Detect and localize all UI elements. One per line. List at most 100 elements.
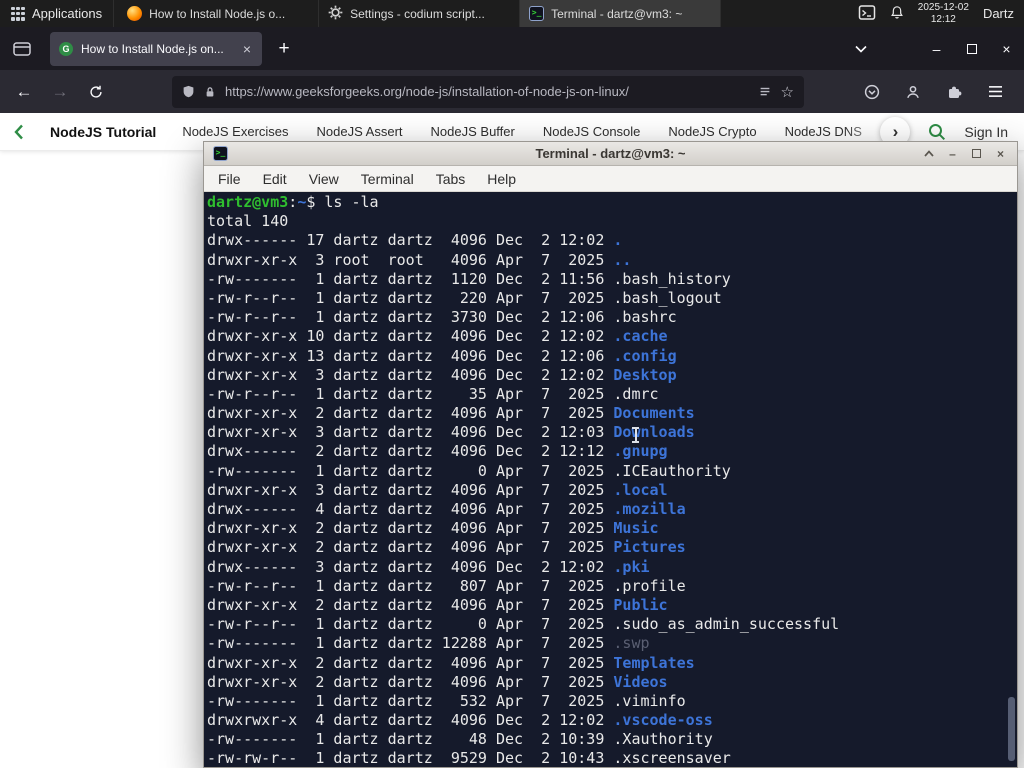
terminal-line: drwxr-xr-x 10 dartz dartz 4096 Dec 2 12:… (207, 327, 668, 346)
terminal-line: -rw------- 1 dartz dartz 48 Dec 2 10:39 … (207, 730, 713, 749)
system-tray: 2025-12-02 12:12 Dartz (848, 0, 1024, 27)
settings-icon (328, 5, 343, 23)
terminal-close-button[interactable]: × (993, 146, 1008, 162)
firefox-view-icon (13, 41, 31, 56)
terminal-screen[interactable]: dartz@vm3:~$ ls -la total 140 drwx------ 1… (204, 192, 1017, 767)
panel-clock[interactable]: 2025-12-02 12:12 (918, 2, 969, 26)
terminal-line: drwxr-xr-x 3 dartz dartz 4096 Apr 7 2025… (207, 480, 668, 499)
clock-time: 12:12 (930, 13, 956, 25)
terminal-line: drwxr-xr-x 2 dartz dartz 4096 Apr 7 2025… (207, 595, 668, 614)
tray-terminal-icon[interactable] (858, 4, 876, 24)
reload-icon (90, 85, 102, 98)
site-nav-link[interactable]: NodeJS Exercises (182, 124, 288, 139)
toolbar-right-icons (855, 76, 1016, 108)
site-nav-primary[interactable]: NodeJS Tutorial (50, 124, 156, 140)
terminal-titlebar[interactable]: >_ Terminal - dartz@vm3: ~ – × (204, 142, 1017, 166)
tab-close-icon[interactable]: × (241, 41, 253, 57)
back-button[interactable]: ← (8, 76, 40, 108)
reader-mode-icon[interactable] (758, 85, 772, 99)
terminal-menu-file[interactable]: File (218, 171, 241, 187)
terminal-menu-edit[interactable]: Edit (263, 171, 287, 187)
terminal-line: -rw------- 1 dartz dartz 532 Apr 7 2025 … (207, 691, 686, 710)
url-bar[interactable]: https://www.geeksforgeeks.org/node-js/in… (172, 75, 804, 108)
terminal-line: -rw-r--r-- 1 dartz dartz 3730 Dec 2 12:0… (207, 308, 677, 327)
forward-button[interactable]: → (44, 76, 76, 108)
lock-icon[interactable] (204, 85, 216, 99)
terminal-shade-button[interactable] (921, 146, 936, 162)
terminal-menu-tabs[interactable]: Tabs (436, 171, 466, 187)
terminal-line: drwxr-xr-x 2 dartz dartz 4096 Apr 7 2025… (207, 519, 659, 538)
window-controls: – × (919, 27, 1024, 70)
bookmark-star-icon[interactable]: ☆ (781, 83, 794, 101)
site-nav-link[interactable]: NodeJS Crypto (668, 124, 756, 139)
terminal-output: dartz@vm3:~$ ls -la total 140 drwx------ 1… (207, 193, 1017, 767)
taskbar-button[interactable]: >_ Terminal - dartz@vm3: ~ (520, 0, 722, 27)
nav-scroll-left-icon[interactable] (14, 124, 24, 140)
new-tab-button[interactable]: + (270, 35, 298, 63)
url-text: https://www.geeksforgeeks.org/node-js/in… (225, 84, 629, 99)
clock-date: 2025-12-02 (917, 1, 969, 13)
browser-tab[interactable]: G How to Install Node.js on... × (50, 31, 262, 66)
hamburger-menu-icon[interactable] (978, 76, 1012, 108)
window-close-button[interactable]: × (989, 27, 1024, 70)
applications-grid-icon (11, 6, 25, 21)
firefox-view-button[interactable] (6, 33, 38, 65)
reload-button[interactable] (80, 76, 112, 108)
terminal-line: drwx------ 2 dartz dartz 4096 Dec 2 12:1… (207, 442, 668, 461)
chevron-down-icon (855, 45, 867, 53)
terminal-window-controls: – × (921, 146, 1008, 162)
notifications-bell-icon[interactable] (890, 5, 904, 23)
terminal-line: drwx------ 17 dartz dartz 4096 Dec 2 12:… (207, 231, 623, 250)
panel-user-label[interactable]: Dartz (983, 6, 1014, 21)
terminal-window: >_ Terminal - dartz@vm3: ~ – × File Edit V… (203, 141, 1018, 768)
pocket-icon[interactable] (855, 76, 889, 108)
firefox-icon (127, 6, 143, 21)
terminal-line: drwxr-xr-x 2 dartz dartz 4096 Apr 7 2025… (207, 404, 695, 423)
taskbar-button-label: How to Install Node.js o... (149, 6, 286, 21)
applications-menu-button[interactable]: Applications (0, 0, 115, 27)
terminal-line: -rw-r--r-- 1 dartz dartz 0 Apr 7 2025 .s… (207, 615, 840, 634)
terminal-icon: >_ (529, 6, 545, 21)
terminal-line: drwx------ 4 dartz dartz 4096 Apr 7 2025… (207, 500, 686, 518)
terminal-line: total 140 (207, 212, 289, 231)
terminal-line: drwxr-xr-x 3 root root 4096 Apr 7 2025 .… (207, 250, 632, 269)
sign-in-button[interactable]: Sign In (964, 124, 1008, 140)
tracking-shield-icon[interactable] (182, 84, 195, 99)
terminal-menu-help[interactable]: Help (487, 171, 516, 187)
terminal-scrollbar-thumb[interactable] (1008, 697, 1015, 761)
site-nav-link[interactable]: NodeJS Console (543, 124, 641, 139)
terminal-line: drwx------ 3 dartz dartz 4096 Dec 2 12:0… (207, 557, 650, 576)
taskbar-button-label: Terminal - dartz@vm3: ~ (551, 6, 683, 21)
terminal-line: -rw-r--r-- 1 dartz dartz 807 Apr 7 2025 … (207, 576, 686, 595)
terminal-line: drwxr-xr-x 2 dartz dartz 4096 Apr 7 2025… (207, 653, 695, 672)
account-icon[interactable] (896, 76, 930, 108)
terminal-line: drwxr-xr-x 3 dartz dartz 4096 Dec 2 12:0… (207, 365, 677, 384)
terminal-line: dartz@vm3:~$ ls -la (207, 193, 379, 211)
terminal-line: drwxr-xr-x 2 dartz dartz 4096 Apr 7 2025… (207, 672, 668, 691)
terminal-menu-view[interactable]: View (309, 171, 339, 187)
terminal-menubar: File Edit View Terminal Tabs Help (204, 166, 1017, 192)
site-nav-link[interactable]: NodeJS Assert (317, 124, 403, 139)
terminal-line: -rw-r--r-- 1 dartz dartz 35 Apr 7 2025 .… (207, 384, 659, 403)
taskbar-button-label: Settings - codium script... (350, 6, 485, 21)
browser-toolbar: ← → https://www.geeksforgeeks.org/node-j… (0, 70, 1024, 113)
list-all-tabs-button[interactable] (845, 33, 877, 65)
browser-tab-bar: G How to Install Node.js on... × + – × (0, 27, 1024, 70)
window-minimize-button[interactable]: – (919, 27, 954, 70)
site-nav-link[interactable]: NodeJS Buffer (431, 124, 515, 139)
taskbar-button[interactable]: How to Install Node.js o... (118, 0, 320, 27)
terminal-line: -rw------- 1 dartz dartz 12288 Apr 7 202… (207, 634, 650, 653)
window-maximize-button[interactable] (954, 27, 989, 70)
extensions-puzzle-icon[interactable] (937, 76, 971, 108)
panel-tasks: How to Install Node.js o... Settings - co… (118, 0, 848, 27)
applications-label: Applications (32, 6, 103, 21)
terminal-line: drwxr-xr-x 13 dartz dartz 4096 Dec 2 12:… (207, 346, 677, 365)
top-panel: Applications How to Install Node.js o...… (0, 0, 1024, 27)
taskbar-button[interactable]: Settings - codium script... (319, 0, 521, 27)
search-icon[interactable] (928, 123, 946, 141)
terminal-maximize-button[interactable] (969, 146, 984, 162)
terminal-line: -rw------- 1 dartz dartz 1120 Dec 2 11:5… (207, 269, 731, 288)
terminal-menu-terminal[interactable]: Terminal (361, 171, 414, 187)
terminal-minimize-button[interactable]: – (945, 146, 960, 162)
terminal-line: drwxr-xr-x 3 dartz dartz 4096 Dec 2 12:0… (207, 423, 695, 442)
